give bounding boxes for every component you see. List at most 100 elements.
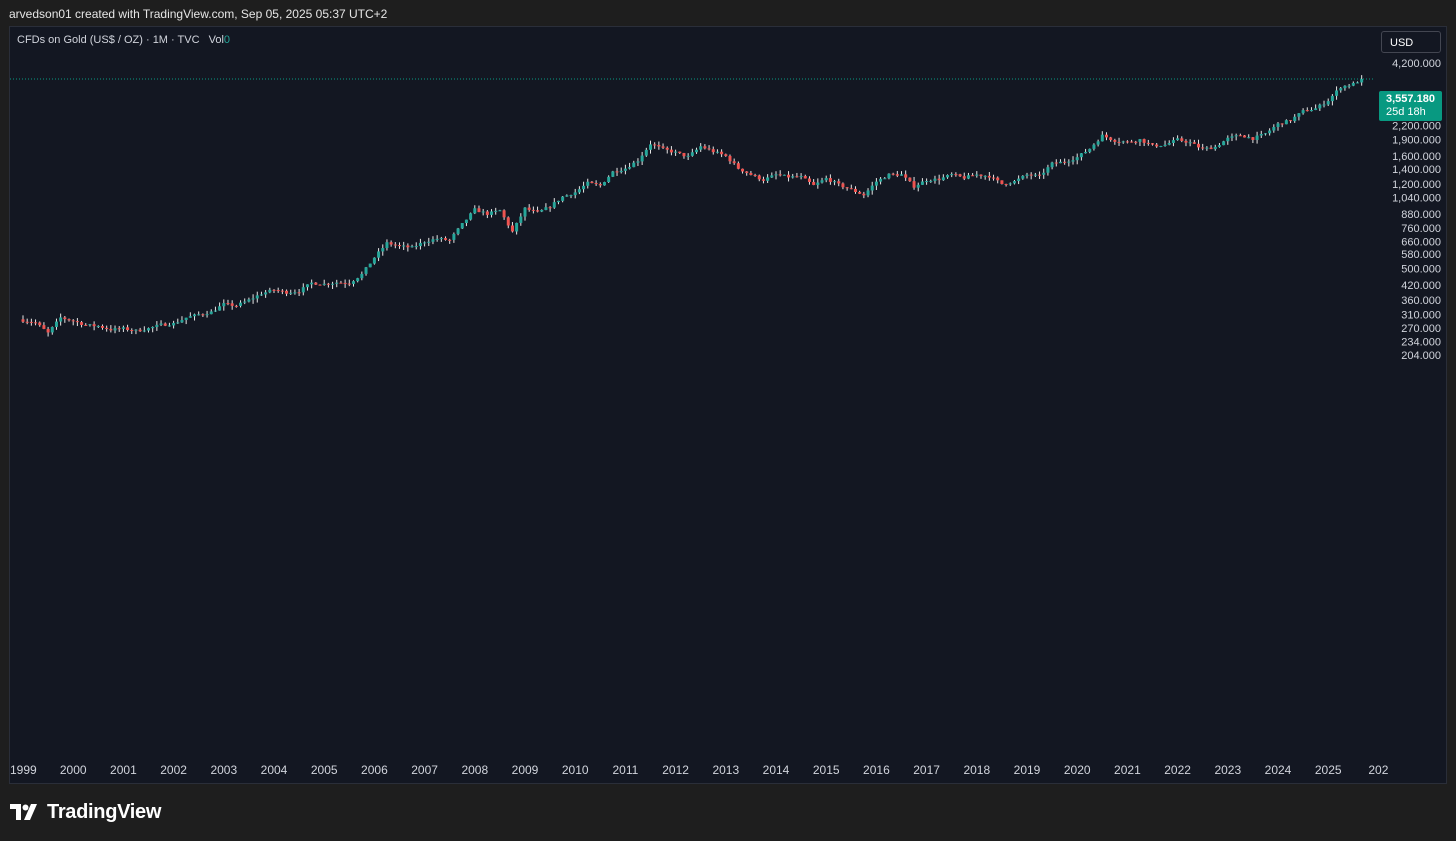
- candle-down: [326, 283, 330, 285]
- candle-down: [703, 146, 707, 149]
- candle-up: [833, 181, 837, 183]
- candlestick-series: [21, 75, 1364, 337]
- candle-up: [1347, 85, 1351, 87]
- candle-up: [113, 328, 117, 331]
- candle-down: [109, 328, 113, 331]
- candle-up: [1084, 151, 1088, 154]
- time-tick-label: 2023: [1214, 763, 1241, 777]
- candle-down: [46, 328, 50, 333]
- candle-up: [264, 292, 268, 295]
- candle-down: [1151, 143, 1154, 145]
- candle-up: [975, 174, 979, 176]
- candle-up: [356, 278, 360, 282]
- candle-up: [623, 168, 627, 171]
- candle-up: [360, 273, 364, 279]
- candle-down: [979, 174, 983, 177]
- last-price-value: 3,557.180: [1386, 93, 1435, 105]
- candle-up: [1012, 181, 1016, 184]
- candle-down: [908, 177, 912, 182]
- candle-up: [1259, 133, 1263, 136]
- candle-down: [502, 210, 506, 218]
- candle-down: [682, 153, 686, 157]
- candle-down: [276, 290, 280, 292]
- candle-down: [992, 177, 996, 179]
- candle-up: [1138, 139, 1142, 142]
- candle-up: [159, 323, 163, 325]
- candle-up: [1042, 172, 1046, 175]
- candle-up: [322, 283, 326, 285]
- candle-up: [193, 314, 197, 317]
- candle-up: [310, 282, 314, 285]
- time-tick-label: 2021: [1114, 763, 1141, 777]
- candle-up: [498, 210, 502, 212]
- candle-up: [96, 326, 100, 328]
- price-tick-label: 760.000: [1401, 223, 1441, 235]
- candle-down: [778, 174, 782, 176]
- candle-up: [414, 246, 418, 248]
- candle-down: [548, 207, 552, 209]
- volume-value: 0: [223, 34, 231, 46]
- candle-up: [1067, 161, 1071, 163]
- candle-up: [611, 171, 615, 177]
- candle-up: [452, 233, 456, 240]
- time-tick-label: 2024: [1265, 763, 1292, 777]
- price-tick-label: 1,900.000: [1392, 135, 1441, 147]
- candle-down: [711, 149, 715, 153]
- candle-up: [1318, 104, 1322, 109]
- price-tick-label: 1,200.000: [1392, 179, 1441, 191]
- candle-down: [485, 211, 489, 215]
- attribution-header: arvedson01 created with TradingView.com,…: [0, 0, 1456, 26]
- price-tick-label: 2,200.000: [1392, 120, 1441, 132]
- candle-down: [803, 176, 807, 179]
- candle-up: [770, 175, 774, 178]
- candle-up: [925, 181, 929, 183]
- candle-down: [1192, 142, 1196, 144]
- candle-down: [226, 303, 230, 305]
- time-tick-label: 2001: [110, 763, 137, 777]
- candle-up: [59, 317, 63, 322]
- candle-up: [699, 146, 703, 150]
- candle-down: [63, 317, 67, 320]
- tradingview-logo-icon: [10, 804, 37, 820]
- candle-up: [176, 322, 180, 324]
- candle-down: [126, 327, 130, 331]
- candle-up: [1046, 167, 1050, 173]
- candle-up: [950, 174, 954, 176]
- price-chart[interactable]: 4,200.0003,000.0002,600.0002,200.0001,90…: [10, 27, 1446, 783]
- chart-panel[interactable]: 4,200.0003,000.0002,600.0002,200.0001,90…: [9, 26, 1447, 784]
- candle-up: [121, 327, 125, 329]
- bar-countdown: 25d 18h: [1386, 106, 1426, 118]
- candle-up: [372, 257, 376, 264]
- candle-up: [577, 189, 581, 193]
- currency-button[interactable]: USD: [1381, 31, 1441, 53]
- candle-down: [1289, 120, 1293, 122]
- candle-down: [21, 319, 25, 322]
- brand-name: TradingView: [47, 800, 162, 823]
- candle-up: [54, 321, 58, 327]
- candle-up: [259, 294, 263, 296]
- candle-up: [1071, 160, 1075, 162]
- candle-up: [1167, 142, 1171, 145]
- candle-up: [640, 155, 644, 162]
- candle-up: [1314, 108, 1318, 111]
- candle-down: [1146, 142, 1150, 144]
- candle-up: [1247, 137, 1251, 139]
- candle-up: [983, 175, 987, 177]
- candle-up: [686, 155, 690, 157]
- candle-up: [900, 174, 903, 176]
- time-tick-label: 202: [1368, 763, 1388, 777]
- candle-up: [644, 149, 648, 156]
- time-tick-label: 2020: [1064, 763, 1091, 777]
- price-tick-label: 580.000: [1401, 249, 1441, 261]
- candle-up: [573, 192, 577, 196]
- candle-up: [1322, 104, 1326, 106]
- candle-up: [874, 181, 878, 186]
- candle-up: [1339, 88, 1343, 91]
- candle-down: [100, 326, 104, 328]
- candle-up: [552, 202, 556, 208]
- candle-up: [490, 211, 494, 215]
- candle-up: [289, 292, 293, 294]
- symbol-legend[interactable]: CFDs on Gold (US$ / OZ) · 1M · TVC Vol0: [17, 34, 230, 46]
- candle-down: [1238, 135, 1242, 137]
- candle-up: [791, 176, 795, 178]
